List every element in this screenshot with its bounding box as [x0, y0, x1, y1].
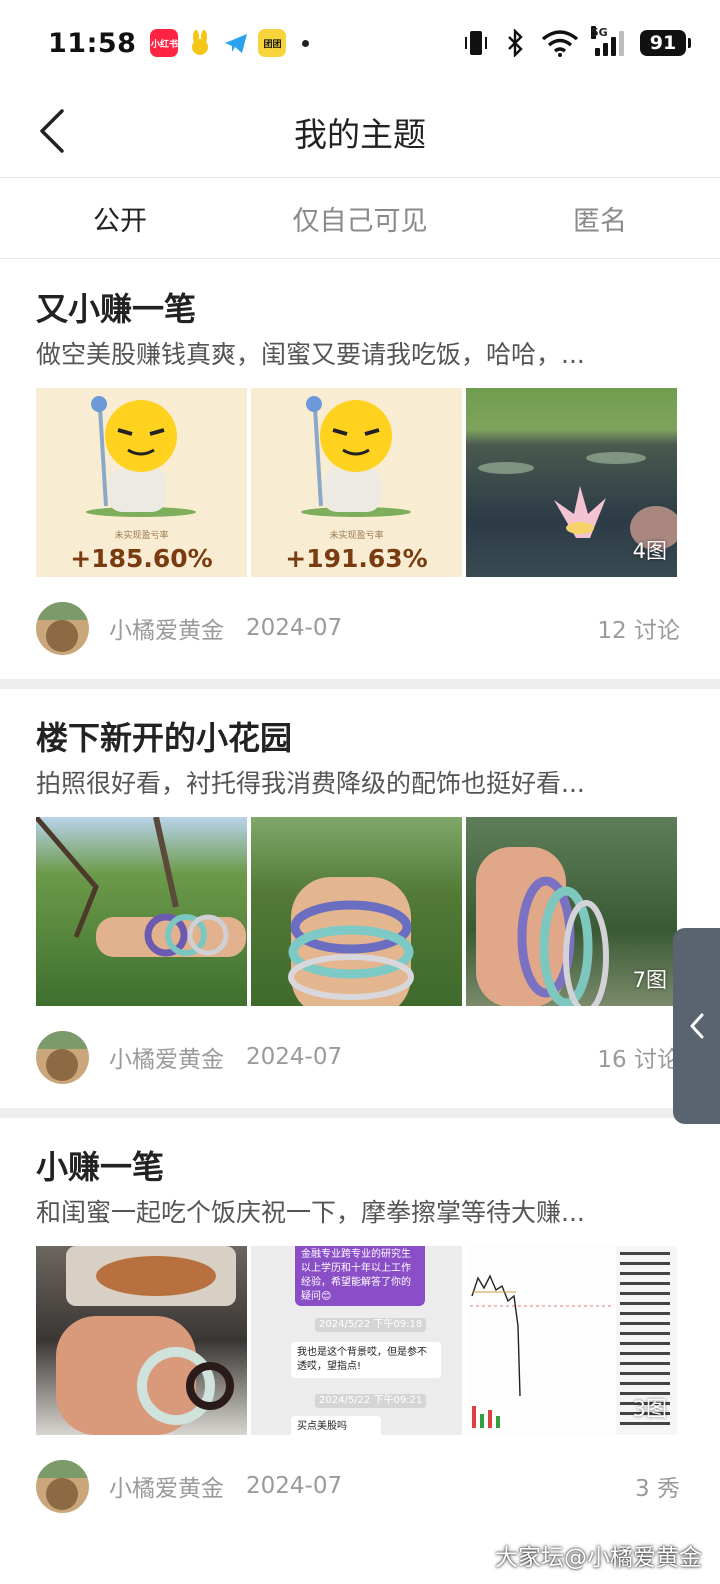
chat-bubble: 买点美股吗 — [291, 1416, 381, 1435]
post-image[interactable]: 3图 — [466, 1246, 677, 1435]
post-image[interactable]: 4图 — [466, 388, 677, 577]
post-title[interactable]: 又小赚一笔 — [36, 286, 684, 332]
stat-label: 未实现盈亏率 — [114, 531, 169, 541]
chat-bubble: 金融专业跨专业的研究生以上学历和十年以上工作经验，希望能解答了你的疑问😊 — [295, 1246, 425, 1306]
telegram-app-icon — [222, 29, 250, 57]
post-card[interactable]: 小赚一笔 和闺蜜一起吃个饭庆祝一下，摩拳擦掌等待大赚... 金融专业跨专业的研究… — [0, 1118, 720, 1537]
image-count-badge: 7图 — [632, 968, 667, 992]
watermark: 大家坛@小橘爱黄金 — [495, 1545, 702, 1571]
avatar[interactable] — [36, 1459, 89, 1513]
tab-private[interactable]: 仅自己可见 — [240, 179, 480, 258]
comment-count[interactable]: 16 讨论 — [597, 1040, 680, 1074]
tuantuan-app-icon: 团团 — [258, 29, 287, 57]
post-date: 2024-07 — [246, 615, 343, 641]
comment-count[interactable]: 12 讨论 — [597, 611, 680, 645]
tab-anonymous[interactable]: 匿名 — [480, 179, 720, 258]
stat-percent: +191.63% — [285, 544, 428, 573]
post-image[interactable]: 未实现盈亏率 +191.63% — [251, 388, 462, 577]
image-count-badge: 3图 — [632, 1397, 667, 1421]
post-date: 2024-07 — [246, 1473, 343, 1499]
wifi-icon — [541, 30, 579, 57]
cellular-signal-icon: 5G — [591, 26, 624, 56]
post-meta: 小橘爱黄金 2024-07 16 讨论 — [36, 1006, 684, 1108]
rabbit-app-icon — [186, 29, 214, 57]
post-summary[interactable]: 和闺蜜一起吃个饭庆祝一下，摩拳擦掌等待大赚... — [36, 1194, 651, 1232]
battery-level: 91 — [649, 32, 677, 54]
stat-label: 未实现盈亏率 — [329, 531, 384, 541]
status-app-icons: 小红书 团团 — [150, 29, 310, 57]
chat-bubble: 我也是这个背景哎，但是参不透哎，望指点! — [291, 1342, 441, 1378]
author-name[interactable]: 小橘爱黄金 — [109, 611, 224, 645]
tab-public[interactable]: 公开 — [0, 179, 240, 258]
post-date: 2024-07 — [246, 1044, 343, 1070]
side-drawer-handle[interactable] — [673, 928, 720, 1124]
post-summary[interactable]: 做空美股赚钱真爽，闺蜜又要请我吃饭，哈哈，... — [36, 336, 651, 374]
title-bar: 我的主题 — [0, 86, 720, 178]
bracelet-wrist-icon — [36, 817, 246, 957]
vibrate-icon — [465, 31, 487, 55]
post-meta: 小橘爱黄金 2024-07 3 秀 — [36, 1435, 684, 1537]
avatar[interactable] — [36, 1030, 89, 1084]
post-meta: 小橘爱黄金 2024-07 12 讨论 — [36, 577, 684, 679]
comment-count[interactable]: 3 秀 — [635, 1469, 680, 1503]
xiaohongshu-app-icon: 小红书 — [150, 29, 179, 57]
post-title[interactable]: 楼下新开的小花园 — [36, 715, 684, 761]
network-type-label: 5G — [591, 26, 608, 39]
author-name[interactable]: 小橘爱黄金 — [109, 1040, 224, 1074]
post-title[interactable]: 小赚一笔 — [36, 1144, 684, 1190]
page-title: 我的主题 — [294, 115, 426, 154]
bracelet-wrist-icon — [288, 877, 414, 1006]
bluetooth-icon — [508, 29, 523, 57]
post-image[interactable] — [251, 817, 462, 1006]
post-image-grid: 未实现盈亏率 +185.60% 未实现盈亏率 +191.63% 4图 — [36, 388, 678, 577]
status-time: 11:58 — [48, 27, 137, 59]
topic-feed: 又小赚一笔 做空美股赚钱真爽，闺蜜又要请我吃饭，哈哈，... 未实现盈亏率 +1… — [0, 260, 720, 1537]
post-image[interactable]: 金融专业跨专业的研究生以上学历和十年以上工作经验，希望能解答了你的疑问😊 202… — [251, 1246, 462, 1435]
author-name[interactable]: 小橘爱黄金 — [109, 1469, 224, 1503]
status-bar: 11:58 小红书 团团 5G 91 — [0, 0, 720, 86]
image-count-badge: 4图 — [632, 539, 667, 563]
visibility-tabs: 公开 仅自己可见 匿名 — [0, 179, 720, 259]
dinner-bracelet-icon — [56, 1246, 236, 1435]
notification-dot-icon — [302, 39, 310, 47]
post-image[interactable] — [36, 817, 247, 1006]
post-card[interactable]: 又小赚一笔 做空美股赚钱真爽，闺蜜又要请我吃饭，哈哈，... 未实现盈亏率 +1… — [0, 260, 720, 679]
chevron-left-icon — [690, 1013, 703, 1039]
post-image[interactable] — [36, 1246, 247, 1435]
post-divider — [0, 1108, 720, 1118]
status-indicators: 5G 91 — [463, 26, 691, 57]
post-divider — [0, 679, 720, 689]
post-image[interactable]: 未实现盈亏率 +185.60% — [36, 388, 247, 577]
avatar[interactable] — [36, 601, 89, 655]
stat-percent: +185.60% — [70, 544, 213, 573]
battery-icon: 91 — [640, 30, 691, 56]
chat-timestamp: 2024/5/22 下午09:18 — [315, 1318, 427, 1332]
post-summary[interactable]: 拍照很好看，衬托得我消费降级的配饰也挺好看... — [36, 765, 651, 803]
post-image-grid: 7图 — [36, 817, 678, 1006]
post-image[interactable]: 7图 — [466, 817, 677, 1006]
post-image-grid: 金融专业跨专业的研究生以上学历和十年以上工作经验，希望能解答了你的疑问😊 202… — [36, 1246, 678, 1435]
post-card[interactable]: 楼下新开的小花园 拍照很好看，衬托得我消费降级的配饰也挺好看... 7图 小橘爱… — [0, 689, 720, 1108]
chat-timestamp: 2024/5/22 下午09:21 — [315, 1394, 427, 1408]
